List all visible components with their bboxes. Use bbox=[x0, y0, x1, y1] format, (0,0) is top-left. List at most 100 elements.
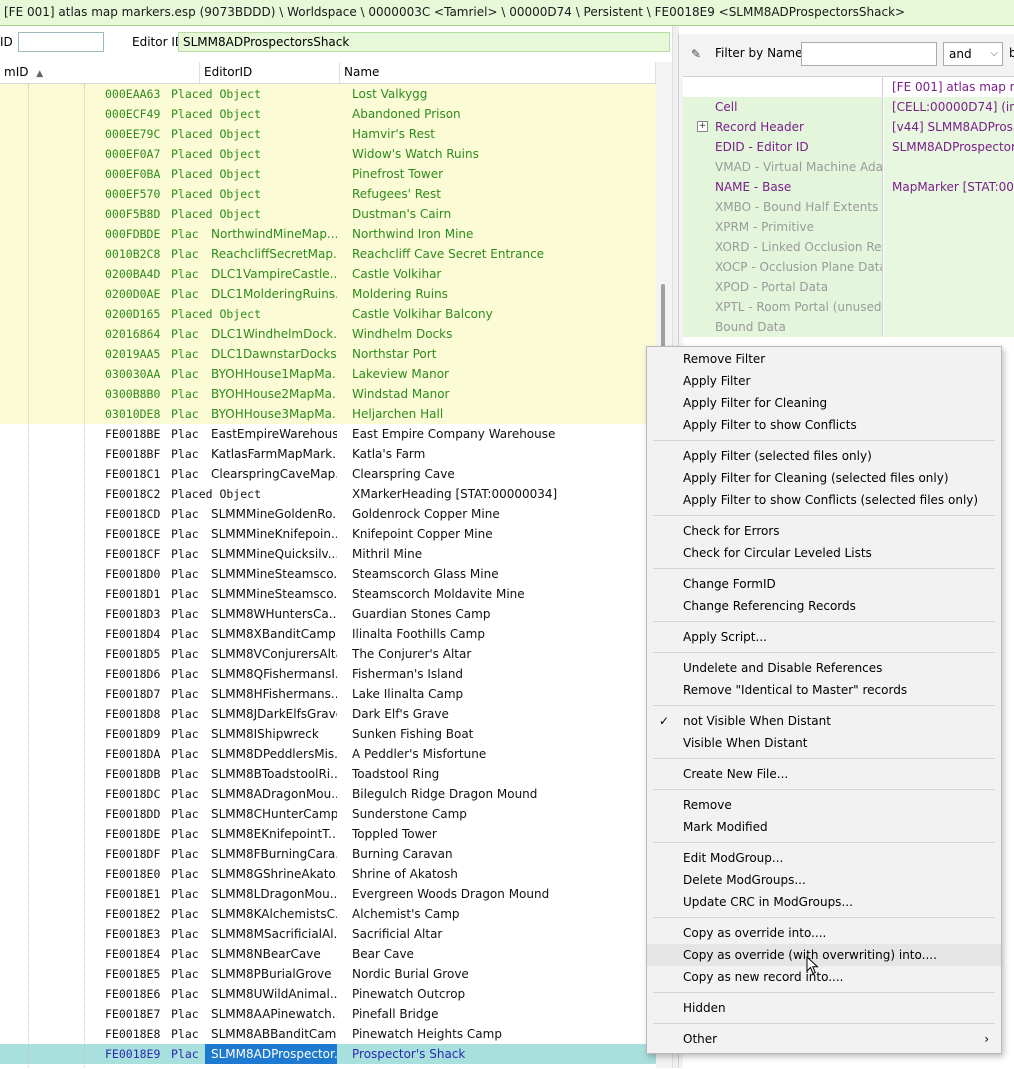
menu-item[interactable]: Mark Modified bbox=[647, 816, 1001, 838]
table-row[interactable]: FE0018D1 Plac SLMMMineSteamsco... Steamscor… bbox=[0, 584, 656, 604]
pin-icon[interactable]: ✎ bbox=[691, 47, 701, 61]
table-row[interactable]: FE0018E5 Plac SLMM8PBurialGrove Nordic Buri… bbox=[0, 964, 656, 984]
table-row[interactable]: 030030AA Plac BYOHHouse1MapMa... Lakeview M… bbox=[0, 364, 656, 384]
menu-item[interactable]: Apply Filter for Cleaning (selected file… bbox=[647, 467, 1001, 489]
menu-item[interactable]: Copy as override into.... bbox=[647, 922, 1001, 944]
record-field-row[interactable]: VMAD - Virtual Machine Ada... bbox=[683, 157, 1014, 177]
expand-icon[interactable]: + bbox=[697, 121, 708, 132]
table-row[interactable]: 000ECF49 Placed Object Abandoned Prison bbox=[0, 104, 656, 124]
table-row[interactable]: FE0018E2 Plac SLMM8KAlchemistsC... Alchemis… bbox=[0, 904, 656, 924]
table-row[interactable]: 03010DE8 Plac BYOHHouse3MapMa... Heljarchen… bbox=[0, 404, 656, 424]
table-row[interactable]: FE0018DF Plac SLMM8FBurningCara... Burning … bbox=[0, 844, 656, 864]
table-row[interactable]: FE0018BE Plac EastEmpireWarehous... East Em… bbox=[0, 424, 656, 444]
table-row[interactable]: 000EAA63 Placed Object Lost Valkygg bbox=[0, 84, 656, 104]
editor-id-input[interactable]: SLMM8ADProspectorsShack bbox=[178, 32, 670, 52]
table-row[interactable]: 000EE79C Placed Object Hamvir's Rest bbox=[0, 124, 656, 144]
table-row[interactable]: 02019AA5 Plac DLC1DawnstarDocks... Northsta… bbox=[0, 344, 656, 364]
record-field-value[interactable] bbox=[884, 257, 1014, 277]
column-name[interactable]: Name bbox=[340, 62, 656, 83]
record-field-value[interactable] bbox=[884, 157, 1014, 177]
menu-item[interactable]: Apply Script... bbox=[647, 626, 1001, 648]
record-field-row[interactable]: XOCP - Occlusion Plane Data bbox=[683, 257, 1014, 277]
table-row[interactable]: 02016864 Plac DLC1WindhelmDock... Windhelm … bbox=[0, 324, 656, 344]
table-row[interactable]: FE0018CF Plac SLMMMineQuicksilv... Mithril … bbox=[0, 544, 656, 564]
table-row[interactable]: FE0018D5 Plac SLMM8VConjurersAltar The Conj… bbox=[0, 644, 656, 664]
table-row[interactable]: 0200D165 Placed Object Castle Volkihar Bal… bbox=[0, 304, 656, 324]
table-row[interactable]: FE0018BF Plac KatlasFarmMapMark... Katla's … bbox=[0, 444, 656, 464]
table-row[interactable]: FE0018DC Plac SLMM8ADragonMou... Bilegulch … bbox=[0, 784, 656, 804]
record-field-row[interactable]: XPRM - Primitive bbox=[683, 217, 1014, 237]
table-row[interactable]: FE0018C1 Plac ClearspringCaveMap... Clearsp… bbox=[0, 464, 656, 484]
record-field-value[interactable] bbox=[884, 277, 1014, 297]
table-row[interactable]: FE0018C2 Placed Object XMarkerHeading [STA… bbox=[0, 484, 656, 504]
menu-item[interactable]: Edit ModGroup... bbox=[647, 847, 1001, 869]
menu-item[interactable]: Update CRC in ModGroups... bbox=[647, 891, 1001, 913]
table-row[interactable]: FE0018CD Plac SLMMMineGoldenRo... Goldenroc… bbox=[0, 504, 656, 524]
record-field-row[interactable]: Bound Data bbox=[683, 317, 1014, 337]
record-field-row[interactable]: Record Header+[v44] SLMM8ADProspe bbox=[683, 117, 1014, 137]
menu-item[interactable]: Change Referencing Records bbox=[647, 595, 1001, 617]
table-row[interactable]: FE0018E9 Plac SLMM8ADProspector... Prospect… bbox=[0, 1044, 656, 1064]
table-row[interactable]: FE0018CE Plac SLMMMineKnifepoin... Knifepoi… bbox=[0, 524, 656, 544]
record-field-row[interactable]: XMBO - Bound Half Extents bbox=[683, 197, 1014, 217]
record-field-row[interactable]: XPOD - Portal Data bbox=[683, 277, 1014, 297]
table-row[interactable]: FE0018E6 Plac SLMM8UWildAnimal... Pinewatch… bbox=[0, 984, 656, 1004]
menu-item[interactable]: Copy as new record into.... bbox=[647, 966, 1001, 988]
table-row[interactable]: FE0018E1 Plac SLMM8LDragonMou... Evergreen … bbox=[0, 884, 656, 904]
menu-item[interactable]: Apply Filter (selected files only) bbox=[647, 445, 1001, 467]
menu-item[interactable]: Apply Filter to show Conflicts (selected… bbox=[647, 489, 1001, 511]
table-row[interactable]: FE0018D8 Plac SLMM8JDarkElfsGrave Dark Elf'… bbox=[0, 704, 656, 724]
formid-input[interactable] bbox=[18, 32, 104, 52]
table-row[interactable]: 0300B8B0 Plac BYOHHouse2MapMa... Windstad M… bbox=[0, 384, 656, 404]
table-row[interactable]: FE0018DD Plac SLMM8CHunterCamp Sunderstone … bbox=[0, 804, 656, 824]
menu-item[interactable]: Apply Filter bbox=[647, 370, 1001, 392]
menu-item[interactable]: Remove "Identical to Master" records bbox=[647, 679, 1001, 701]
filter-logic-select[interactable]: and ⌵ bbox=[943, 42, 1003, 66]
record-file-column[interactable]: [FE 001] atlas map mark bbox=[884, 77, 1014, 97]
menu-item[interactable]: Delete ModGroups... bbox=[647, 869, 1001, 891]
menu-item[interactable]: Create New File... bbox=[647, 763, 1001, 785]
menu-item[interactable]: Other › bbox=[647, 1028, 1001, 1050]
table-row[interactable]: FE0018E8 Plac SLMM8ABBanditCamp Pinewatch H… bbox=[0, 1024, 656, 1044]
record-field-value[interactable] bbox=[884, 197, 1014, 217]
record-field-row[interactable]: EDID - Editor ID SLMM8ADProspectors bbox=[683, 137, 1014, 157]
menu-item[interactable]: Change FormID bbox=[647, 573, 1001, 595]
table-row[interactable]: FE0018DE Plac SLMM8EKnifepointT... Toppled … bbox=[0, 824, 656, 844]
menu-item[interactable]: Remove Filter bbox=[647, 348, 1001, 370]
menu-item[interactable]: Check for Errors bbox=[647, 520, 1001, 542]
table-row[interactable]: 000FDBDE Plac NorthwindMineMap... Northwind… bbox=[0, 224, 656, 244]
menu-item[interactable]: Visible When Distant bbox=[647, 732, 1001, 754]
table-row[interactable]: FE0018D0 Plac SLMMMineSteamsco... Steamscor… bbox=[0, 564, 656, 584]
record-field-row[interactable]: NAME - BaseMapMarker [STAT:0000 bbox=[683, 177, 1014, 197]
record-field-value[interactable] bbox=[884, 217, 1014, 237]
menu-item[interactable]: not Visible When Distant ✓ bbox=[647, 710, 1001, 732]
filter-name-input[interactable] bbox=[801, 42, 937, 66]
table-row[interactable]: FE0018E7 Plac SLMM8AAPinewatch... Pinefall … bbox=[0, 1004, 656, 1024]
record-field-value[interactable] bbox=[884, 317, 1014, 337]
table-row[interactable]: 0200D0AE Plac DLC1MolderingRuins... Molderi… bbox=[0, 284, 656, 304]
table-row[interactable]: 000EF0A7 Placed Object Widow's Watch Ruins bbox=[0, 144, 656, 164]
column-formid[interactable]: mID ▲ bbox=[0, 62, 200, 83]
table-row[interactable]: 000EF0BA Placed Object Pinefrost Tower bbox=[0, 164, 656, 184]
record-list[interactable]: 000EAA63 Placed Object Lost Valkygg 000ECF4… bbox=[0, 84, 656, 1068]
table-row[interactable]: FE0018E4 Plac SLMM8NBearCave Bear Cave bbox=[0, 944, 656, 964]
table-row[interactable]: FE0018E3 Plac SLMM8MSacrificialAl... Sacrif… bbox=[0, 924, 656, 944]
record-field-row[interactable]: Cell[CELL:00000D74] (in Ta bbox=[683, 97, 1014, 117]
record-field-value[interactable]: SLMM8ADProspectors bbox=[884, 137, 1014, 157]
table-row[interactable]: FE0018D9 Plac SLMM8IShipwreck Sunken Fishin… bbox=[0, 724, 656, 744]
table-row[interactable]: FE0018DB Plac SLMM8BToadstoolRi... Toadstoo… bbox=[0, 764, 656, 784]
record-field-value[interactable] bbox=[884, 237, 1014, 257]
table-row[interactable]: FE0018D6 Plac SLMM8QFishermansI... Fisherma… bbox=[0, 664, 656, 684]
column-editorid[interactable]: EditorID bbox=[200, 62, 340, 83]
menu-item[interactable]: Apply Filter to show Conflicts bbox=[647, 414, 1001, 436]
table-row[interactable]: FE0018E0 Plac SLMM8GShrineAkato... Shrine o… bbox=[0, 864, 656, 884]
table-row[interactable]: 0200BA4D Plac DLC1VampireCastle... Castle V… bbox=[0, 264, 656, 284]
record-field-value[interactable]: [v44] SLMM8ADProspe bbox=[884, 117, 1014, 137]
table-row[interactable]: 000F5B8D Placed Object Dustman's Cairn bbox=[0, 204, 656, 224]
menu-item[interactable]: Undelete and Disable References bbox=[647, 657, 1001, 679]
menu-item[interactable]: Remove bbox=[647, 794, 1001, 816]
table-row[interactable]: FE0018D3 Plac SLMM8WHuntersCa... Guardian S… bbox=[0, 604, 656, 624]
record-field-value[interactable]: MapMarker [STAT:0000 bbox=[884, 177, 1014, 197]
menu-item[interactable]: Check for Circular Leveled Lists bbox=[647, 542, 1001, 564]
record-field-value[interactable] bbox=[884, 297, 1014, 317]
